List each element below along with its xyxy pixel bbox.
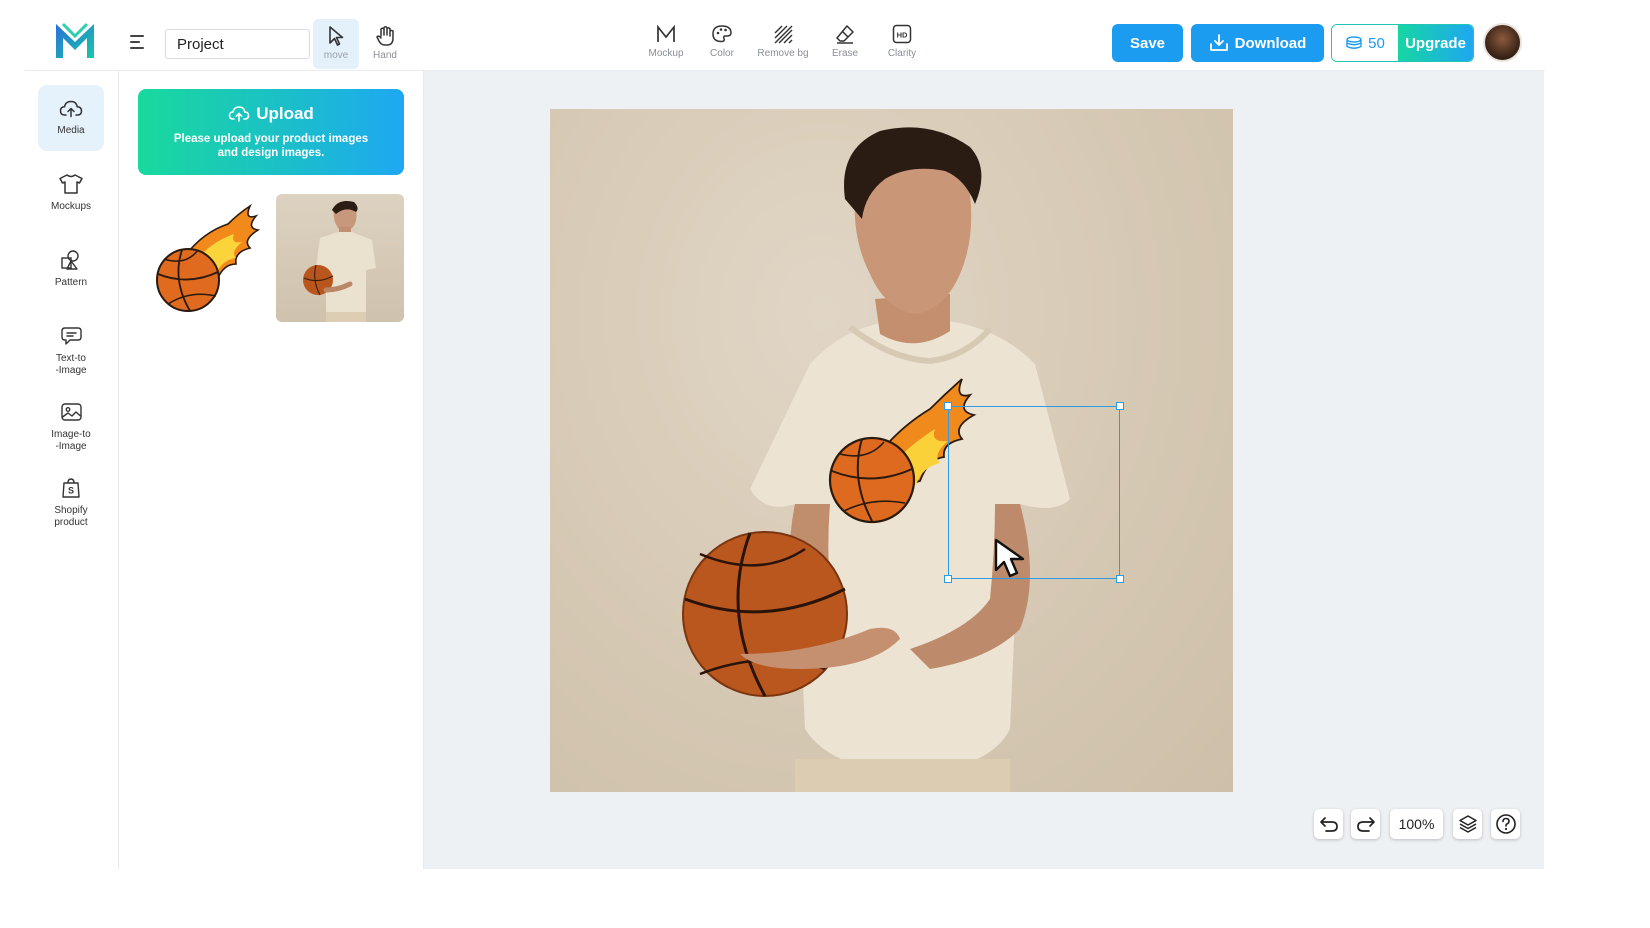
cloud-upload-icon	[228, 106, 250, 122]
sidebar-item-shopify-product[interactable]: S Shopify product	[38, 477, 104, 533]
redo-button[interactable]	[1351, 809, 1380, 839]
chat-bubbles-icon	[61, 327, 82, 345]
upgrade-button[interactable]: Upgrade	[1398, 25, 1473, 61]
undo-button[interactable]	[1314, 809, 1343, 839]
zoom-level[interactable]: 100%	[1390, 809, 1443, 839]
man-with-basketball-image	[303, 201, 376, 322]
credits-display[interactable]: 50	[1332, 25, 1398, 61]
resize-handle-bottom-right[interactable]	[1116, 575, 1124, 583]
project-name-input[interactable]	[165, 29, 310, 59]
hand-tool[interactable]: Hand	[362, 19, 408, 69]
move-tool[interactable]: move	[313, 19, 359, 69]
cursor-arrow-icon	[329, 26, 344, 46]
resize-handle-top-left[interactable]	[944, 402, 952, 410]
mockup-tool-label: Mockup	[648, 48, 684, 59]
help-icon	[1495, 814, 1516, 834]
sidebar-item-text-to-image[interactable]: Text-to -Image	[38, 325, 104, 381]
credits-group: 50 Upgrade	[1331, 24, 1474, 62]
sidebar-item-mockups[interactable]: Mockups	[38, 173, 104, 221]
thumbnail-flaming-basketball[interactable]	[138, 194, 266, 322]
diagonal-lines-icon	[774, 25, 793, 44]
sidebar-item-text-to-image-label-1: Text-to	[55, 353, 86, 364]
image-icon	[61, 403, 82, 421]
mouse-pointer-icon	[994, 538, 1025, 578]
remove-bg-tool[interactable]: Remove bg	[748, 24, 818, 59]
eraser-icon	[836, 25, 854, 44]
upload-description: Please upload your product images and de…	[173, 133, 369, 159]
color-tool-label: Color	[710, 48, 734, 59]
cloud-upload-icon	[59, 100, 83, 118]
upload-title: Upload	[256, 104, 314, 123]
clarity-tool-label: Clarity	[887, 48, 917, 59]
sidebar-item-image-to-image-label-1: Image-to	[51, 429, 91, 440]
sidebar-item-pattern-label: Pattern	[54, 277, 88, 288]
avatar[interactable]	[1483, 23, 1522, 62]
canvas-area[interactable]: 100%	[424, 71, 1544, 869]
palette-icon	[712, 25, 732, 43]
move-tool-label: move	[323, 50, 349, 61]
save-button[interactable]: Save	[1112, 24, 1183, 62]
credits-count: 50	[1368, 34, 1385, 52]
top-bar: move Hand Mockup Color Remove bg Erase H…	[25, 12, 1625, 72]
remove-bg-tool-label: Remove bg	[757, 48, 809, 59]
sidebar-item-image-to-image-label-2: -Image	[55, 441, 87, 452]
media-panel: Upload Please upload your product images…	[119, 71, 424, 869]
sidebar-item-shopify-label-1: Shopify	[54, 505, 88, 516]
sidebar-item-shopify-label-2: product	[54, 517, 88, 528]
sidebar-item-mockups-label: Mockups	[50, 201, 91, 212]
download-icon	[1209, 34, 1228, 51]
clarity-tool[interactable]: HD Clarity	[867, 24, 937, 59]
redo-icon	[1356, 817, 1375, 832]
m-logo-icon[interactable]	[53, 20, 97, 60]
resize-handle-top-right[interactable]	[1116, 402, 1124, 410]
left-sidebar: Media Mockups Pattern Text-to -Image Ima…	[25, 71, 119, 869]
undo-icon	[1319, 817, 1338, 832]
coins-icon	[1346, 36, 1362, 49]
thumbnail-model-photo[interactable]	[276, 194, 404, 322]
hand-tool-label: Hand	[373, 50, 397, 61]
upload-button[interactable]: Upload Please upload your product images…	[138, 89, 404, 175]
sidebar-item-media[interactable]: Media	[38, 85, 104, 151]
sidebar-item-pattern[interactable]: Pattern	[38, 249, 104, 297]
color-tool[interactable]: Color	[687, 24, 757, 59]
hand-icon	[376, 26, 394, 46]
flaming-basketball-image	[156, 203, 261, 312]
help-button[interactable]	[1491, 809, 1520, 839]
svg-text:S: S	[68, 486, 74, 496]
tshirt-icon	[59, 174, 83, 194]
m-letter-icon	[657, 24, 675, 42]
layers-icon	[1458, 815, 1477, 833]
svg-text:HD: HD	[897, 31, 908, 40]
sidebar-item-image-to-image[interactable]: Image-to -Image	[38, 401, 104, 457]
mockup-photo-image	[682, 127, 1070, 792]
shopping-bag-icon: S	[62, 478, 80, 498]
shapes-icon	[61, 250, 79, 270]
resize-handle-bottom-left[interactable]	[944, 575, 952, 583]
app-window: move Hand Mockup Color Remove bg Erase H…	[0, 0, 1650, 928]
sidebar-item-media-label: Media	[57, 125, 85, 136]
sidebar-item-text-to-image-label-2: -Image	[55, 365, 87, 376]
download-label: Download	[1234, 34, 1307, 52]
menu-button[interactable]	[128, 32, 148, 52]
layers-button[interactable]	[1453, 809, 1482, 839]
download-button[interactable]: Download	[1191, 24, 1324, 62]
hd-icon: HD	[892, 24, 912, 44]
erase-tool-label: Erase	[831, 48, 859, 59]
mockup-artboard[interactable]	[550, 109, 1233, 792]
